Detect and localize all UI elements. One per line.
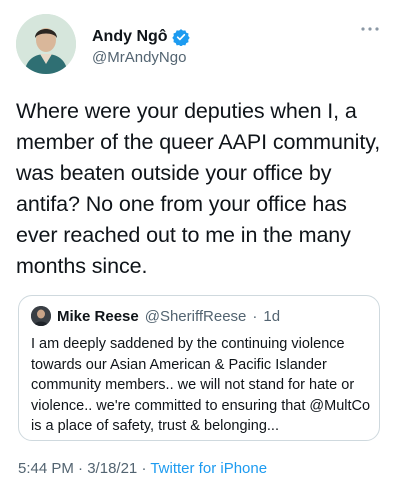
quoted-time: 1d — [263, 307, 281, 325]
verified-badge-icon — [171, 29, 190, 46]
quoted-author-name: Mike Reese — [57, 307, 139, 325]
quoted-author-avatar — [31, 306, 51, 326]
quoted-author-handle: @SheriffReese — [144, 307, 247, 325]
quoted-tweet[interactable]: Mike Reese @SheriffReese · 1d I am deepl… — [18, 295, 380, 441]
quoted-tweet-text: I am deeply saddened by the continuing v… — [31, 336, 371, 434]
tweet-source-link[interactable]: Twitter for iPhone — [150, 460, 267, 477]
tweet-meta: 5:44 PM · 3/18/21 · Twitter for iPhone — [18, 460, 267, 477]
quoted-tweet-header: Mike Reese @SheriffReese · 1d — [31, 306, 280, 326]
tweet-header: Andy Ngô @MrAndyNgo — [16, 14, 384, 76]
meta-separator: · — [78, 460, 84, 477]
more-options-icon[interactable] — [360, 24, 380, 34]
author-handle[interactable]: @MrAndyNgo — [92, 48, 190, 68]
meta-separator: · — [141, 460, 147, 477]
author-display-name[interactable]: Andy Ngô — [92, 27, 168, 47]
quoted-separator: · — [252, 307, 258, 325]
tweet-time[interactable]: 5:44 PM — [18, 460, 74, 477]
tweet-date[interactable]: 3/18/21 — [87, 460, 137, 477]
tweet-text: Where were your deputies when I, a membe… — [16, 99, 381, 278]
author-avatar[interactable] — [16, 14, 76, 74]
author-names: Andy Ngô @MrAndyNgo — [92, 27, 190, 68]
